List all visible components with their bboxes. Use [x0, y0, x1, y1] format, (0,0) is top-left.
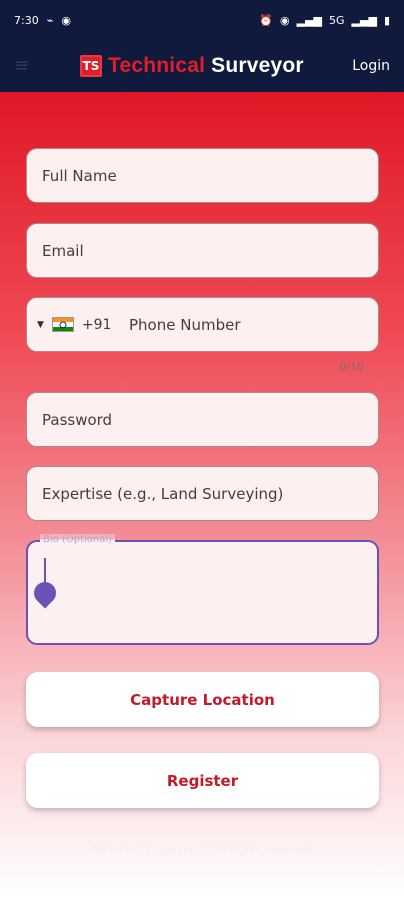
email-placeholder: Email — [42, 241, 84, 260]
signal-icon: ▂▄▆ — [296, 13, 323, 27]
hotspot-icon: ◉ — [61, 13, 71, 27]
eye-icon: ◉ — [280, 13, 290, 27]
country-code: +91 — [81, 316, 112, 333]
network-label: 5G — [329, 13, 345, 27]
footer-text: Technical Surveyor © All rights reserved — [90, 844, 314, 857]
brand-title-part1: Technical — [108, 54, 206, 77]
signal-icon: ▂▄▆ — [351, 13, 377, 27]
expertise-field[interactable]: Expertise (e.g., Land Surveying) — [26, 466, 379, 521]
app-bar: ≡ TS Technical Surveyor Login — [0, 40, 404, 92]
logo: TS — [80, 55, 102, 77]
capture-location-button[interactable]: Capture Location — [26, 672, 379, 727]
time: 7:30 — [14, 13, 39, 27]
india-flag-icon — [51, 317, 74, 332]
bio-label: Bio (Optional) — [40, 534, 116, 545]
phone-field[interactable]: ▼ +91 Phone Number — [26, 297, 379, 352]
register-button[interactable]: Register — [26, 753, 379, 808]
dropdown-caret-icon: ▼ — [37, 319, 44, 330]
full-name-placeholder: Full Name — [42, 166, 117, 185]
password-field[interactable]: Password — [26, 392, 379, 447]
country-selector[interactable]: ▼ +91 — [37, 317, 111, 333]
phone-counter: 0/10 — [339, 360, 364, 373]
login-button[interactable]: Login — [352, 58, 390, 74]
full-name-field[interactable]: Full Name — [26, 148, 379, 203]
alarm-icon: ⏰ — [259, 13, 274, 27]
brand-title-part2: Surveyor — [211, 54, 304, 77]
wifi-calling-icon: ⌁ — [46, 13, 54, 27]
battery-icon: ▮ — [383, 13, 390, 27]
phone-placeholder: Phone Number — [129, 315, 241, 334]
password-placeholder: Password — [42, 410, 113, 429]
cursor-handle[interactable] — [29, 577, 61, 609]
brand: TS Technical Surveyor — [80, 54, 304, 78]
menu-icon[interactable]: ≡ — [14, 57, 29, 75]
expertise-placeholder: Expertise (e.g., Land Surveying) — [42, 484, 284, 503]
email-field[interactable]: Email — [26, 223, 379, 278]
bio-field[interactable]: Bio (Optional) — [26, 534, 379, 645]
status-bar: 7:30 ⌁ ◉ ⏰ ◉ ▂▄▆ 5G ▂▄▆ ▮ — [0, 0, 404, 40]
